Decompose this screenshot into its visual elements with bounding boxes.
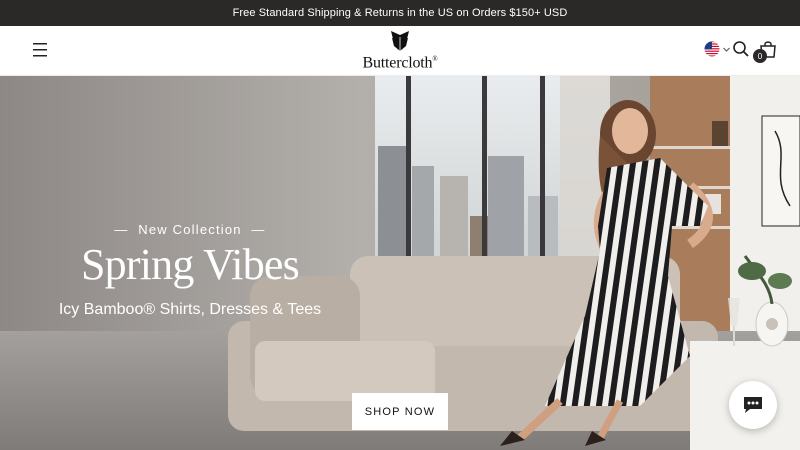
- registered-mark: ®: [432, 55, 438, 63]
- country-selector[interactable]: [704, 40, 732, 58]
- announcement-bar: Free Standard Shipping & Returns in the …: [0, 0, 800, 26]
- hamburger-menu-icon[interactable]: [30, 41, 50, 59]
- hero-headline: Spring Vibes: [81, 240, 300, 289]
- hero-subhead: Icy Bamboo® Shirts, Dresses & Tees: [58, 301, 322, 318]
- logo-mark-icon: [391, 31, 409, 51]
- hero-eyebrow: — New Collection —: [114, 222, 266, 237]
- chat-launcher-button[interactable]: [729, 381, 777, 429]
- brand-logo[interactable]: Buttercloth®: [350, 31, 450, 71]
- eyebrow-text: New Collection: [138, 222, 242, 237]
- us-flag-icon: [704, 41, 720, 57]
- chat-bubble-icon: [744, 397, 762, 413]
- search-icon[interactable]: [731, 39, 751, 59]
- cart-count-badge: 0: [753, 49, 767, 63]
- shop-now-button[interactable]: SHOP NOW: [352, 393, 448, 430]
- logo-text: Buttercloth: [362, 54, 433, 72]
- chevron-down-icon: [723, 47, 730, 52]
- site-header: Buttercloth® 0: [0, 26, 800, 76]
- announcement-text: Free Standard Shipping & Returns in the …: [232, 7, 568, 19]
- hero-banner[interactable]: — New Collection — Spring Vibes Icy Bamb…: [0, 76, 800, 450]
